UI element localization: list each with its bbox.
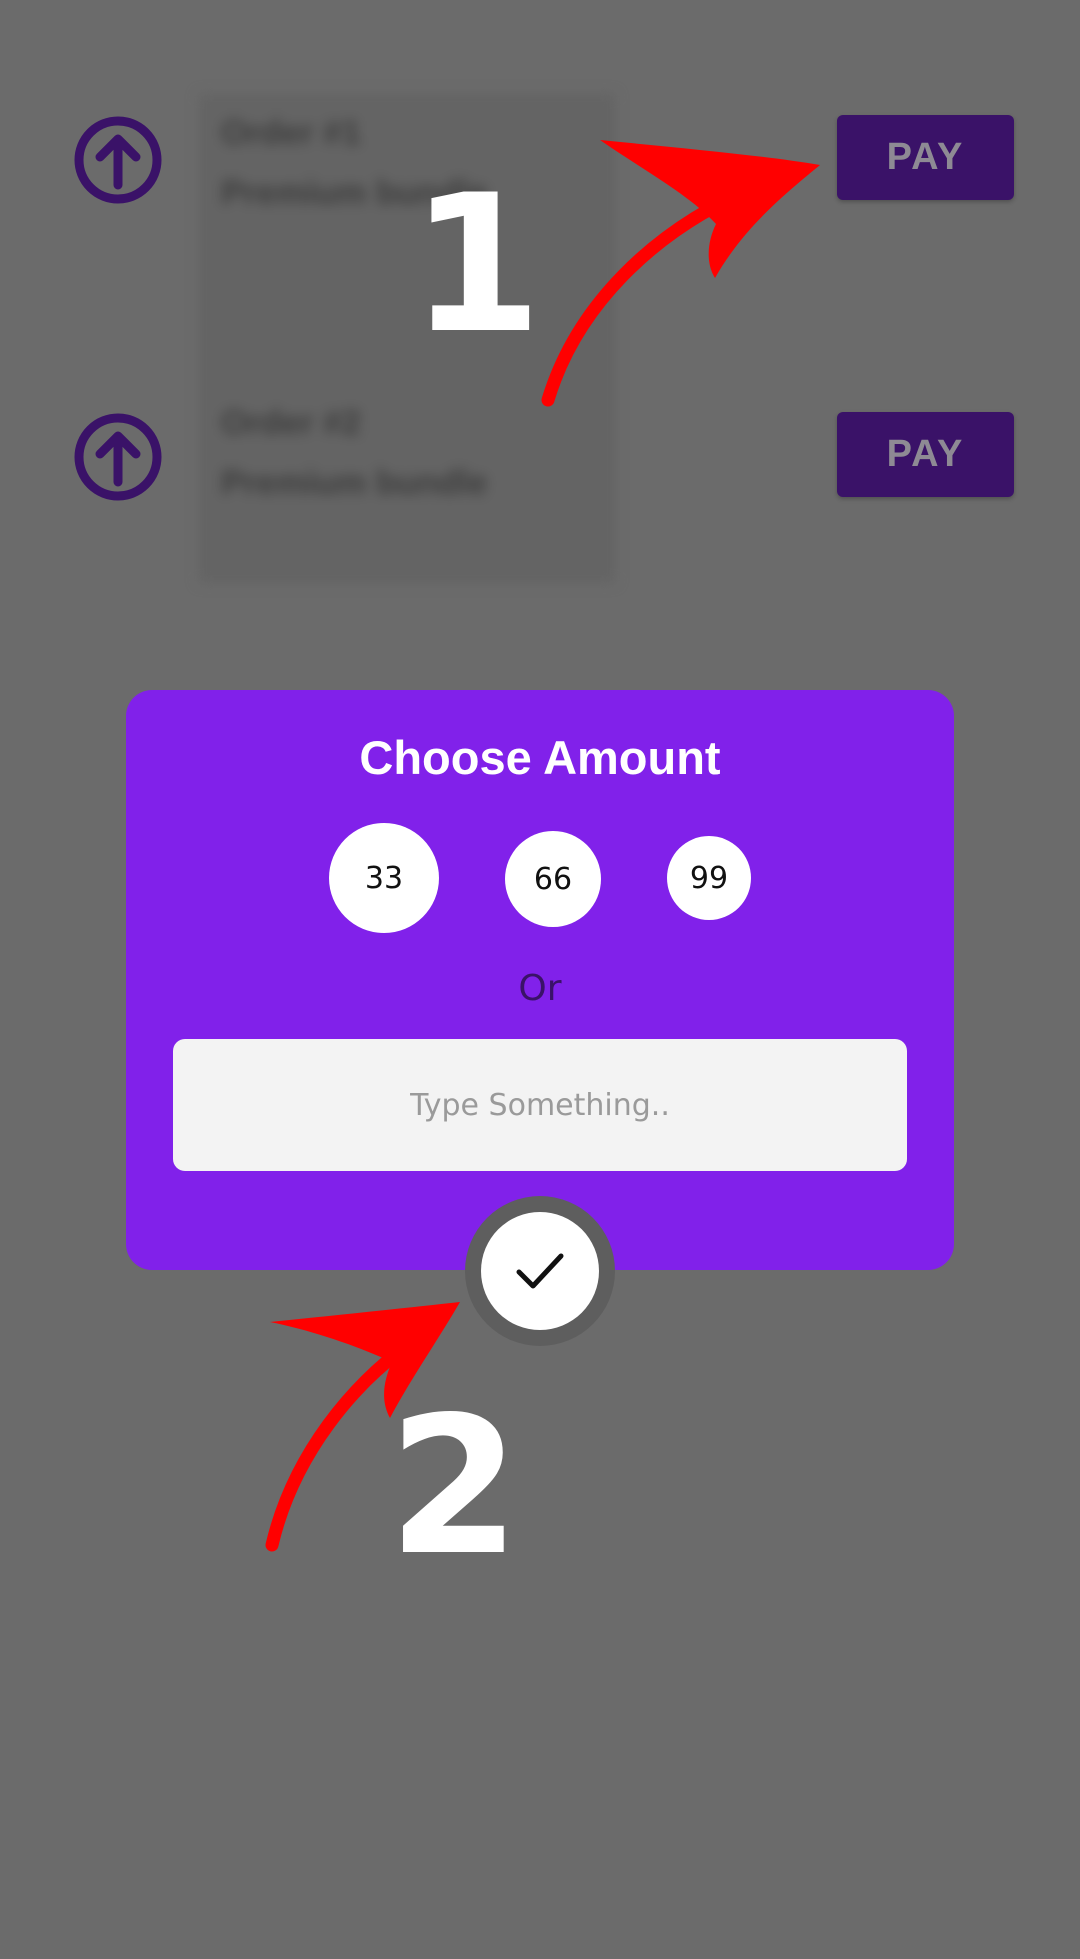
upload-icon[interactable] — [73, 412, 163, 502]
checkmark-icon — [516, 1253, 564, 1289]
pay-button[interactable]: PAY — [837, 115, 1014, 200]
blurred-item-details: Order #1 Premium bundle Order #2 Premium… — [199, 94, 615, 583]
choose-amount-dialog: Choose Amount 33 66 99 Or — [126, 690, 954, 1270]
amount-option-66[interactable]: 66 — [505, 831, 601, 927]
blurred-text: Premium bundle — [221, 464, 488, 502]
step-number-1: 1 — [410, 154, 543, 375]
or-label: Or — [518, 968, 562, 1009]
blurred-text: Order #1 — [221, 114, 361, 152]
amount-option-33[interactable]: 33 — [329, 823, 439, 933]
custom-amount-input[interactable] — [173, 1039, 907, 1171]
confirm-button[interactable] — [481, 1212, 599, 1330]
blurred-text: Order #2 — [221, 404, 361, 442]
upload-icon[interactable] — [73, 115, 163, 205]
dialog-title: Choose Amount — [359, 731, 721, 784]
amount-option-99[interactable]: 99 — [667, 836, 751, 920]
step-number-2: 2 — [388, 1376, 521, 1597]
pay-button[interactable]: PAY — [837, 412, 1014, 497]
